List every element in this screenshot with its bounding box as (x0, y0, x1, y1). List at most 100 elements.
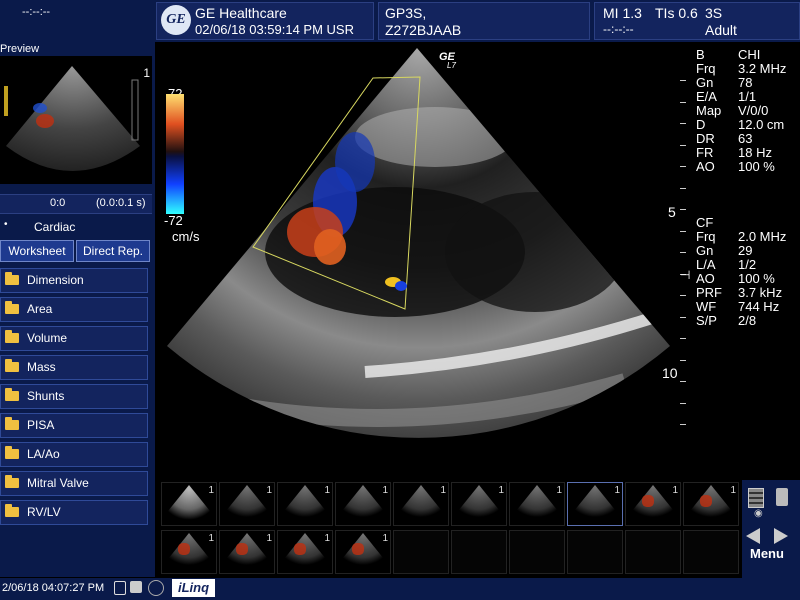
thumbnail[interactable]: 1 (451, 482, 507, 526)
clipboard-icon[interactable] (748, 488, 764, 508)
thumbnail-index: 1 (324, 485, 330, 496)
menu-item-la-ao[interactable]: LA/Ao (0, 442, 148, 467)
patient-id: Z272BJAAB (385, 22, 462, 38)
status-bar: 2/06/18 04:07:27 PM iLinq (0, 578, 800, 600)
thumbnail[interactable]: 1 (567, 482, 623, 526)
mechanical-index: MI 1.3 (603, 5, 642, 21)
thumbnail[interactable]: 1 (277, 482, 333, 526)
eye-icon[interactable]: ◉ (754, 508, 763, 519)
menu-button[interactable]: Menu (750, 546, 784, 561)
thumbnail-index: 1 (556, 485, 562, 496)
doppler-mark (642, 495, 654, 507)
menu-item-label: Mass (27, 360, 56, 374)
thumbnail[interactable]: 1 (393, 482, 449, 526)
depth-tick (680, 80, 686, 81)
menu-item-label: Mitral Valve (27, 476, 89, 490)
param-value: 78 (738, 75, 753, 90)
param-key: Frq (696, 61, 716, 76)
focus-marker-icon[interactable]: ⊣ (680, 268, 690, 282)
menu-item-mass[interactable]: Mass (0, 355, 148, 380)
menu-item-mitral-valve[interactable]: Mitral Valve (0, 471, 148, 496)
thumbnail[interactable]: 1 (335, 530, 391, 574)
previous-arrow-icon[interactable] (746, 528, 760, 544)
right-controls: ◉ Menu (742, 480, 800, 578)
menu-item-pisa[interactable]: PISA (0, 413, 148, 438)
thumbnail-image (340, 485, 386, 523)
param-value: 3.7 kHz (738, 285, 783, 300)
param-key: Gn (696, 75, 714, 90)
folder-icon (5, 301, 19, 314)
menu-item-label: Dimension (27, 273, 84, 287)
category-header[interactable]: • Cardiac (0, 219, 152, 237)
ultrasound-image[interactable]: GE L7 (155, 42, 695, 452)
menu-item-label: LA/Ao (27, 447, 60, 461)
cine-range: (0.0:0.1 s) (96, 197, 146, 209)
depth-tick (680, 316, 686, 318)
menu-item-label: PISA (27, 418, 55, 432)
thumbnail-image (572, 485, 618, 523)
ilinq-logo[interactable]: iLinq (172, 579, 216, 597)
thumbnail[interactable]: 1 (219, 530, 275, 574)
thumbnail-index: 1 (440, 485, 446, 496)
param-key: Gn (696, 243, 714, 258)
param-key: S/P (696, 313, 717, 328)
doppler-mark (352, 543, 364, 555)
empty-thumbnail-slot (567, 530, 623, 574)
thumbnail-index: 1 (672, 485, 678, 496)
worksheet-button[interactable]: Worksheet (0, 240, 74, 262)
depth-tick (680, 338, 686, 339)
param-key: PRF (696, 285, 722, 300)
probe-name: 3S (705, 5, 723, 21)
param-key: AO (696, 159, 715, 174)
thumbnail[interactable]: 1 (683, 482, 739, 526)
thumbnail[interactable]: 1 (161, 530, 217, 574)
param-key: WF (696, 299, 717, 314)
bullet-icon: • (4, 219, 8, 230)
thumbnail[interactable]: 1 (335, 482, 391, 526)
param-value: V/0/0 (738, 103, 769, 118)
thumbnail-index: 1 (382, 485, 388, 496)
thumbnail-image (514, 485, 560, 523)
ge-logo-icon: GE (161, 5, 191, 35)
thumbnail[interactable]: 1 (509, 482, 565, 526)
thumbnail[interactable]: 1 (161, 482, 217, 526)
param-value: 2.0 MHz (738, 229, 787, 244)
menu-item-volume[interactable]: Volume (0, 326, 148, 351)
trash-icon[interactable] (776, 488, 788, 506)
thumbnail[interactable]: 1 (625, 482, 681, 526)
menu-item-dimension[interactable]: Dimension (0, 268, 148, 293)
menu-item-area[interactable]: Area (0, 297, 148, 322)
thermal-index: TIs 0.6 (655, 5, 698, 21)
depth-tick (680, 295, 686, 296)
folder-icon (5, 475, 19, 488)
patient-box[interactable]: GP3S, Z272BJAAB (378, 2, 590, 40)
depth-tick (680, 101, 686, 103)
menu-item-rv-lv[interactable]: RV/LV (0, 500, 148, 525)
depth-tick (680, 424, 686, 425)
param-value: 18 Hz (738, 145, 772, 160)
thumbnail[interactable]: 1 (277, 530, 333, 574)
doppler-mark (294, 543, 306, 555)
doppler-mark (700, 495, 712, 507)
network-icon[interactable] (148, 580, 164, 596)
param-value: 3.2 MHz (738, 61, 787, 76)
menu-item-shunts[interactable]: Shunts (0, 384, 148, 409)
depth-tick (680, 209, 686, 210)
cine-timer: --:--:-- (22, 6, 51, 18)
preview-image[interactable]: 1 (0, 56, 152, 184)
param-value: 100 % (738, 159, 775, 174)
direct-report-button[interactable]: Direct Rep. (76, 240, 150, 262)
folder-icon (5, 417, 19, 430)
thumbnail[interactable]: 1 (219, 482, 275, 526)
preview-sector-icon (4, 66, 140, 171)
next-arrow-icon[interactable] (774, 528, 788, 544)
printer-icon[interactable] (130, 581, 142, 593)
empty-thumbnail-slot (451, 530, 507, 574)
folder-icon (5, 359, 19, 372)
param-value: 29 (738, 243, 753, 258)
cine-bar[interactable]: 0:0 (0.0:0.1 s) (0, 194, 152, 214)
folder-icon (5, 272, 19, 285)
param-key: L/A (696, 257, 716, 272)
folder-icon (5, 388, 19, 401)
depth-tick (680, 166, 686, 167)
